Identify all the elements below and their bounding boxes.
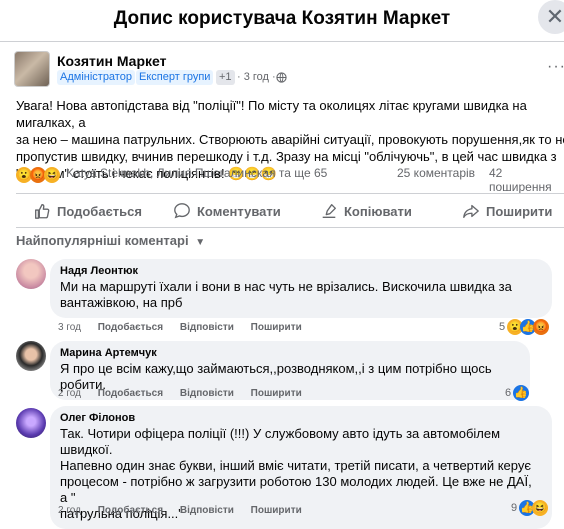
comment-icon [174, 203, 190, 219]
comment-author[interactable]: Марина Артемчук [60, 347, 520, 359]
comments-count[interactable]: 25 коментарів [397, 166, 475, 180]
comment-text-line: Напевно один знає букви, інший вміє чита… [60, 458, 531, 473]
comment-share-button[interactable]: Поширити [251, 505, 302, 516]
post-text-line: пропустив швидку, вчинив перешкоду і т.д… [16, 149, 557, 164]
angry-reaction-icon: 😡 [533, 319, 550, 335]
comment-author[interactable]: Олег Філонов [60, 412, 542, 424]
reactions-summary[interactable]: Katya Stelmakh, Лилия Пшегалинская та ще… [66, 166, 327, 180]
avatar[interactable] [16, 408, 46, 438]
copy-button[interactable]: Копіювати [320, 202, 412, 220]
comment-button[interactable]: Коментувати [173, 202, 281, 220]
group-avatar[interactable] [14, 51, 50, 87]
comment-share-button[interactable]: Поширити [251, 388, 302, 399]
haha-reaction-icon: 😆 [532, 500, 549, 516]
more-options-button[interactable]: ··· [547, 58, 564, 76]
comment-share-button[interactable]: Поширити [251, 322, 302, 333]
post-text-line: Увага! Нова автопідстава від "поліції"! … [16, 98, 527, 130]
dialog-title: Допис користувача Козятин Маркет [113, 8, 451, 29]
like-button[interactable]: Подобається [33, 202, 142, 220]
comment-time[interactable]: 2 год [58, 505, 81, 516]
comment-reply-button[interactable]: Відповісти [180, 322, 234, 333]
comment-meta: 2 год Подобається Відповісти Поширити [58, 388, 302, 399]
comment-reply-button[interactable]: Відповісти [180, 505, 234, 516]
share-label: Поширити [486, 203, 553, 219]
comment-reactions[interactable]: 9 👍 😆 [511, 500, 549, 516]
comment-text-line: процесом - потрібно ж загрузити роботою … [60, 474, 532, 505]
avatar[interactable] [16, 341, 46, 371]
close-button[interactable]: ✕ [538, 0, 564, 34]
divider [16, 227, 564, 228]
comment-meta: 3 год Подобається Відповісти Поширити [58, 322, 302, 333]
comment-sort-dropdown[interactable]: Найпопулярніші коментарі ▼ [16, 233, 205, 248]
caret-down-icon: ▼ [195, 237, 206, 248]
comment-bubble: Надя Леонтюк Ми на маршруті їхали і вони… [50, 259, 552, 318]
comment-reactions[interactable]: 5 😮 👍 😡 [499, 319, 550, 335]
share-icon [463, 204, 479, 218]
more-badges[interactable]: +1 [216, 70, 235, 85]
close-icon: ✕ [545, 4, 564, 29]
comment-time[interactable]: 3 год [58, 322, 81, 333]
thumbs-up-icon [35, 204, 50, 219]
comment-like-button[interactable]: Подобається [98, 505, 163, 516]
comment-like-button[interactable]: Подобається [98, 388, 163, 399]
divider [16, 193, 564, 194]
comment-author[interactable]: Надя Леонтюк [60, 265, 542, 277]
sort-label: Найпопулярніші коментарі [16, 233, 189, 248]
comment-meta: 2 год Подобається Відповісти Поширити [58, 505, 302, 516]
reaction-count: 6 [505, 387, 512, 399]
share-button[interactable]: Поширити [462, 202, 552, 220]
comment-label: Коментувати [197, 203, 281, 219]
comment-text-line: Так. Чотири офіцера поліції (!!!) У служ… [60, 426, 501, 457]
haha-reaction-icon: 😆 [44, 167, 60, 183]
like-label: Подобається [57, 203, 142, 219]
copy-icon [322, 204, 336, 218]
avatar[interactable] [16, 259, 46, 289]
comment-text-line: вантажівкою, на прб [60, 295, 183, 310]
comment-text-line: Ми на маршруті їхали і вони в нас чуть н… [60, 279, 512, 294]
reaction-icons[interactable]: 😮 😡 😆 [16, 167, 60, 183]
copy-label: Копіювати [344, 203, 412, 219]
comment-reactions[interactable]: 6 👍 [505, 385, 530, 401]
admin-badge[interactable]: Адміністратор [57, 70, 135, 85]
header-divider [0, 41, 564, 42]
post-author[interactable]: Козятин Маркет [57, 53, 166, 69]
globe-icon [276, 72, 287, 83]
post-text-line: за нею – машина патрульних. Створюють ав… [16, 132, 564, 147]
like-reaction-icon: 👍 [513, 385, 530, 401]
comment-reply-button[interactable]: Відповісти [180, 388, 234, 399]
shares-count[interactable]: 42 поширення [489, 166, 564, 194]
comment-time[interactable]: 2 год [58, 388, 81, 399]
post-time[interactable]: · 3 год · [237, 70, 276, 85]
reaction-count: 9 [511, 502, 518, 514]
expert-badge[interactable]: Експерт групи [136, 70, 214, 85]
reaction-count: 5 [499, 321, 506, 333]
comment-like-button[interactable]: Подобається [98, 322, 163, 333]
